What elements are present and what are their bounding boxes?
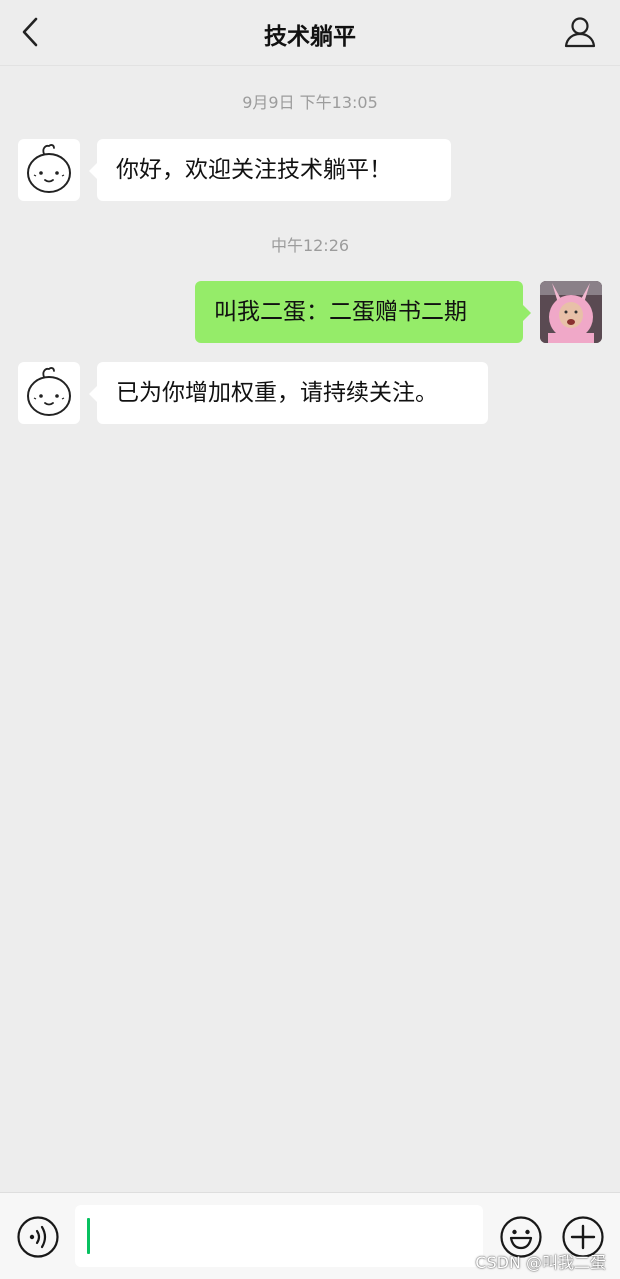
chat-title: 技术躺平 [264, 24, 356, 50]
pink-bunny-costume-avatar [540, 281, 602, 343]
person-icon [564, 17, 596, 48]
message-input[interactable] [75, 1205, 483, 1267]
voice-icon [17, 1216, 59, 1258]
text-caret [87, 1218, 90, 1254]
message-text: 叫我二蛋：二蛋赠书二期 [214, 299, 467, 325]
chat-screen: 技术躺平 9月9日 下午13:05 你好，欢迎关注技术躺平！ 中午12:26 叫… [0, 0, 620, 1279]
contact-avatar[interactable] [18, 362, 80, 424]
message-timestamp: 9月9日 下午13:05 [242, 93, 378, 112]
cartoon-face-avatar [27, 144, 71, 193]
header-bar: 技术躺平 [0, 0, 620, 66]
chat-info-button[interactable] [562, 14, 598, 50]
incoming-message-bubble[interactable]: 已为你增加权重，请持续关注。 [89, 362, 488, 424]
voice-button[interactable] [16, 1215, 60, 1259]
message-timestamp: 中午12:26 [270, 236, 350, 255]
cartoon-face-avatar [27, 367, 71, 416]
contact-avatar[interactable] [18, 139, 80, 201]
watermark-text: CSDN @叫我二蛋 [475, 1253, 606, 1272]
user-avatar[interactable] [540, 281, 602, 343]
message-text: 你好，欢迎关注技术躺平！ [116, 157, 392, 183]
message-text: 已为你增加权重，请持续关注。 [116, 380, 438, 406]
outgoing-message-bubble[interactable]: 叫我二蛋：二蛋赠书二期 [195, 281, 531, 343]
incoming-message-bubble[interactable]: 你好，欢迎关注技术躺平！ [89, 139, 451, 201]
message-list[interactable]: 9月9日 下午13:05 你好，欢迎关注技术躺平！ 中午12:26 叫我二蛋：二… [0, 66, 620, 1192]
